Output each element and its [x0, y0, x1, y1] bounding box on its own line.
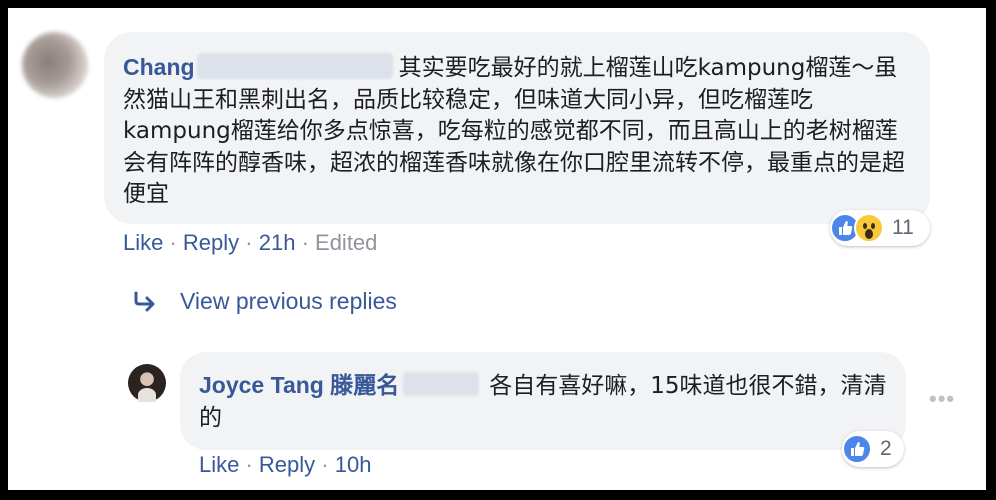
- reply-arrow-icon: [134, 291, 155, 311]
- comment-author[interactable]: Chang: [123, 54, 195, 80]
- view-previous-replies-label[interactable]: View previous replies: [180, 288, 397, 315]
- reactions-summary[interactable]: 11: [830, 210, 930, 246]
- redacted-name: [196, 52, 393, 79]
- reply-actions: Like · Reply · 10h: [199, 452, 372, 477]
- reaction-count: 2: [880, 437, 892, 460]
- reaction-count: 11: [892, 216, 914, 239]
- comment-thread: Chang 其实要吃最好的就上榴莲山吃kampung榴莲～虽然猫山王和黑刺出名，品…: [8, 8, 986, 490]
- timestamp[interactable]: 21h: [259, 230, 296, 255]
- reactions-summary[interactable]: 2: [842, 431, 904, 467]
- timestamp[interactable]: 10h: [335, 452, 372, 477]
- redacted-name: [403, 372, 480, 396]
- view-previous-replies[interactable]: View previous replies: [134, 288, 397, 315]
- reply-author[interactable]: Joyce Tang 滕麗名: [199, 372, 399, 398]
- reply-body: Joyce Tang 滕麗名 各自有喜好嘛，15味道也很不錯，清清的: [199, 369, 889, 434]
- reply-link[interactable]: Reply: [183, 230, 239, 255]
- reply-link[interactable]: Reply: [259, 452, 315, 477]
- avatar[interactable]: [128, 364, 166, 402]
- more-options-icon[interactable]: •••: [929, 388, 955, 410]
- edited-label[interactable]: Edited: [315, 230, 377, 255]
- like-link[interactable]: Like: [123, 230, 163, 255]
- comment-actions: Like · Reply · 21h · Edited: [123, 230, 378, 255]
- like-reaction-icon: [842, 434, 872, 464]
- avatar[interactable]: [22, 32, 88, 98]
- wow-reaction-icon: [854, 213, 884, 243]
- comment-body: Chang 其实要吃最好的就上榴莲山吃kampung榴莲～虽然猫山王和黑刺出名，品…: [123, 52, 908, 211]
- like-link[interactable]: Like: [199, 452, 239, 477]
